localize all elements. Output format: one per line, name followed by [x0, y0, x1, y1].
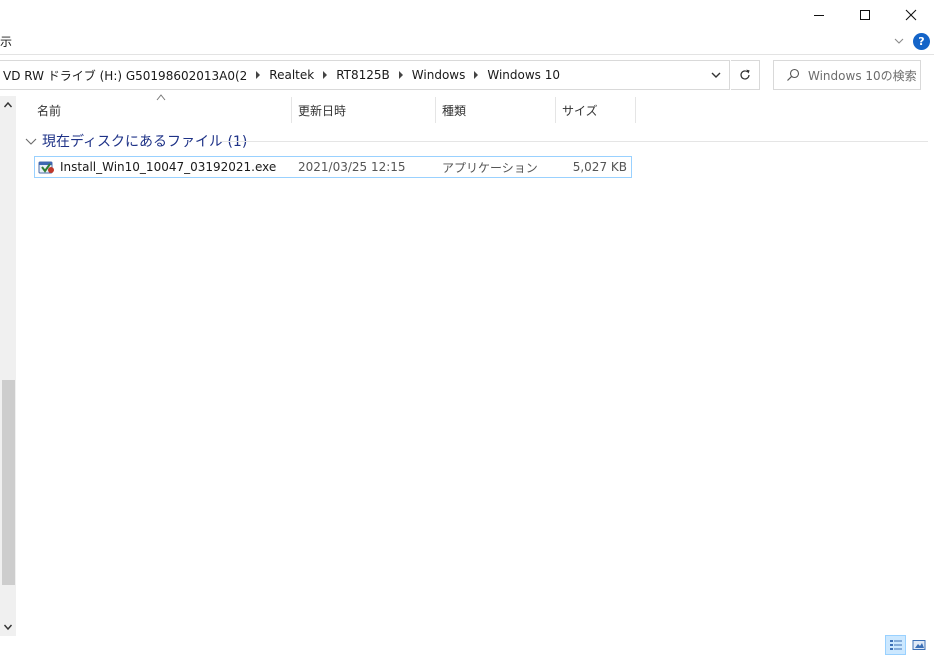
refresh-button[interactable]	[731, 60, 760, 90]
file-date: 2021/03/25 12:15	[298, 160, 406, 174]
column-header-label: サイズ	[562, 103, 598, 118]
column-header-label: 種類	[442, 103, 467, 118]
file-row[interactable]: Install_Win10_10047_03192021.exe 2021/03…	[34, 156, 632, 178]
file-name-cell: Install_Win10_10047_03192021.exe	[38, 157, 276, 177]
chevron-down-icon	[3, 624, 13, 631]
ribbon-expand-button[interactable]	[892, 34, 906, 48]
breadcrumb-windows-10[interactable]: Windows 10	[483, 61, 564, 89]
ribbon-tab-view[interactable]: 示	[0, 33, 12, 50]
large-icons-view-button[interactable]	[908, 635, 929, 655]
maximize-icon	[860, 10, 870, 20]
chevron-right-icon	[474, 71, 479, 79]
search-icon	[787, 68, 800, 81]
chevron-up-icon	[3, 101, 13, 108]
address-history-button[interactable]	[703, 61, 729, 89]
breadcrumb-realtek[interactable]: Realtek	[265, 61, 318, 89]
close-button[interactable]	[888, 0, 934, 30]
close-icon	[905, 9, 917, 21]
chevron-right-icon	[256, 71, 261, 79]
breadcrumb-separator[interactable]	[251, 61, 265, 89]
installer-exe-icon	[38, 161, 54, 174]
details-view-button[interactable]	[885, 635, 906, 655]
maximize-button[interactable]	[842, 0, 888, 30]
minimize-button[interactable]	[796, 0, 842, 30]
column-header-name[interactable]: 名前	[31, 97, 292, 123]
scroll-thumb[interactable]	[2, 380, 15, 585]
column-header-date[interactable]: 更新日時	[292, 97, 436, 123]
scroll-down-button[interactable]	[0, 618, 16, 636]
group-divider	[220, 141, 928, 142]
breadcrumb-separator[interactable]	[318, 61, 332, 89]
group-title: 現在ディスクにあるファイル (1)	[42, 134, 248, 150]
file-size: 5,027 KB	[572, 160, 627, 174]
large-icons-view-icon	[912, 640, 925, 650]
chevron-down-icon	[25, 138, 37, 145]
breadcrumb-separator[interactable]	[394, 61, 408, 89]
help-button[interactable]: ?	[913, 33, 930, 50]
column-header-label: 更新日時	[298, 103, 347, 118]
minimize-icon	[814, 15, 824, 16]
details-view-icon	[889, 640, 902, 650]
breadcrumb-rt8125b[interactable]: RT8125B	[332, 61, 394, 89]
file-type: アプリケーション	[442, 160, 538, 175]
refresh-icon	[740, 69, 750, 80]
column-header-size[interactable]: サイズ	[556, 97, 636, 123]
ribbon-divider	[0, 54, 934, 55]
column-header-type[interactable]: 種類	[436, 97, 556, 123]
search-box[interactable]: Windows 10の検索	[773, 60, 921, 90]
chevron-right-icon	[323, 71, 328, 79]
scroll-up-button[interactable]	[0, 96, 16, 114]
column-header-label: 名前	[37, 103, 62, 118]
chevron-down-icon	[894, 38, 904, 44]
file-name: Install_Win10_10047_03192021.exe	[60, 160, 277, 174]
address-bar[interactable]: VD RW ドライブ (H:) G50198602013A0(2 Realtek…	[0, 60, 730, 90]
chevron-down-icon	[711, 72, 721, 78]
breadcrumb-drive[interactable]: VD RW ドライブ (H:) G50198602013A0(2	[0, 61, 251, 89]
navigation-pane-scrollbar[interactable]	[0, 96, 16, 636]
group-header[interactable]: 現在ディスクにあるファイル (1)	[24, 130, 247, 152]
search-input[interactable]: Windows 10の検索	[808, 67, 917, 84]
breadcrumb-windows[interactable]: Windows	[408, 61, 470, 89]
help-icon: ?	[918, 35, 925, 48]
breadcrumb: VD RW ドライブ (H:) G50198602013A0(2 Realtek…	[0, 61, 703, 89]
chevron-right-icon	[398, 71, 403, 79]
breadcrumb-separator[interactable]	[469, 61, 483, 89]
